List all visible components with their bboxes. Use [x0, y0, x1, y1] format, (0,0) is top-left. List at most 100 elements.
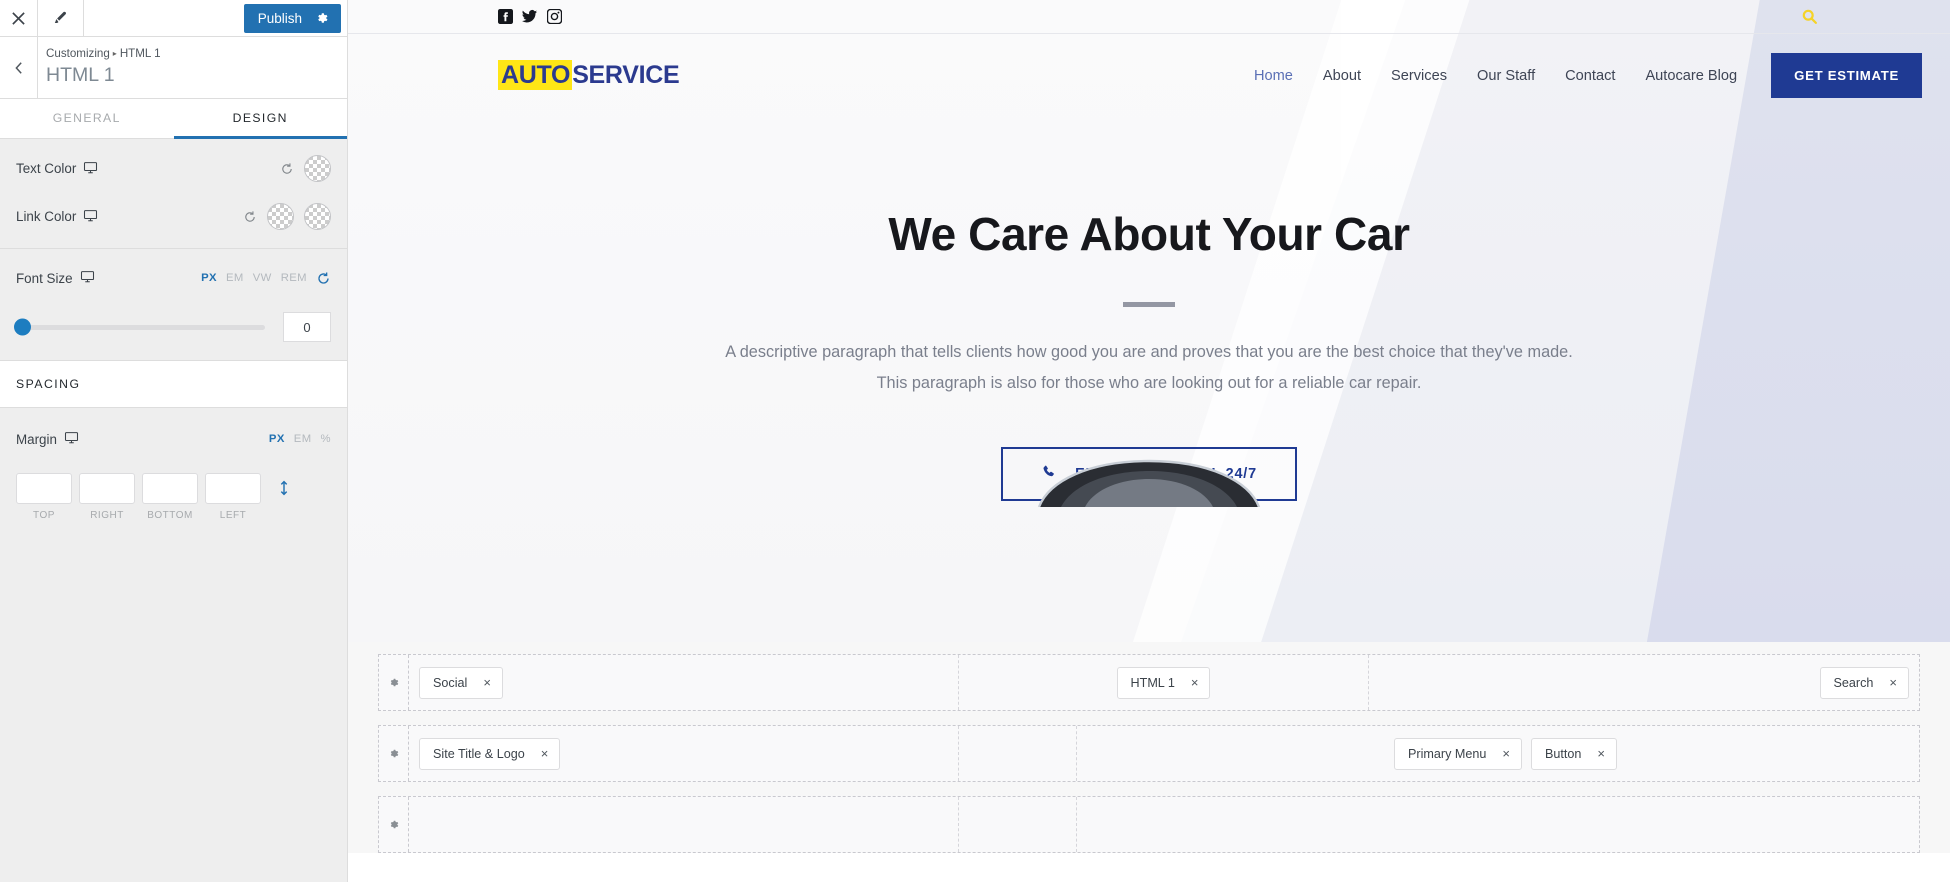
section-spacing[interactable]: SPACING: [0, 360, 347, 408]
builder-zone-main-right[interactable]: Primary Menu × Button ×: [1077, 726, 1627, 781]
reset-icon[interactable]: [280, 162, 294, 176]
margin-right-input[interactable]: [79, 473, 135, 504]
close-icon[interactable]: ×: [1889, 676, 1897, 689]
close-icon[interactable]: ×: [483, 676, 491, 689]
builder-zone-top-right[interactable]: Search ×: [1369, 655, 1919, 710]
close-icon[interactable]: ×: [1502, 747, 1510, 760]
link-color-swatch-hover[interactable]: [304, 203, 331, 230]
margin-units: PX EM %: [269, 433, 331, 445]
margin-top-label: TOP: [33, 510, 55, 521]
link-values-icon[interactable]: [276, 479, 292, 502]
builder-zone-main-left[interactable]: Site Title & Logo ×: [409, 726, 959, 781]
desktop-icon[interactable]: [83, 208, 98, 226]
builder-row-bottom[interactable]: [378, 796, 1920, 853]
header-builder: Social × HTML 1 × Search × Site Title & …: [348, 642, 1950, 853]
site-logo[interactable]: AUTOSERVICE: [498, 60, 680, 90]
facebook-icon[interactable]: [498, 9, 513, 24]
gear-icon[interactable]: [379, 726, 409, 781]
font-size-header: Font Size PX EM VW REM: [16, 265, 331, 291]
brush-icon[interactable]: [38, 0, 84, 36]
builder-zone-top-center[interactable]: HTML 1 ×: [959, 655, 1369, 710]
tab-design[interactable]: DESIGN: [173, 99, 347, 139]
chevron-left-icon[interactable]: [0, 37, 38, 98]
nav-item-our-staff[interactable]: Our Staff: [1477, 68, 1535, 84]
builder-chip-search[interactable]: Search ×: [1819, 666, 1909, 699]
search-icon[interactable]: [1801, 8, 1818, 25]
margin-inputs: TOP RIGHT BOTTOM LEFT: [16, 473, 331, 521]
logo-part-service: SERVICE: [572, 61, 680, 89]
tab-general[interactable]: GENERAL: [0, 99, 174, 139]
builder-chip-html-1[interactable]: HTML 1 ×: [1116, 666, 1211, 699]
publish-button[interactable]: Publish: [243, 3, 341, 33]
site-header: AUTOSERVICE Home About Services Our Staf…: [348, 34, 1950, 117]
builder-row-main[interactable]: Site Title & Logo × Primary Menu × Butto…: [378, 725, 1920, 782]
close-icon[interactable]: ×: [1191, 676, 1199, 689]
text-color-swatch[interactable]: [304, 155, 331, 182]
nav-item-autocare-blog[interactable]: Autocare Blog: [1645, 68, 1737, 84]
text-color-label-wrap: Text Color: [16, 160, 98, 178]
site-preview: AUTOSERVICE Home About Services Our Staf…: [348, 0, 1950, 882]
unit-rem[interactable]: REM: [281, 272, 307, 284]
sidebar-topbar-spacer: [84, 0, 244, 36]
link-color-swatch-normal[interactable]: [267, 203, 294, 230]
builder-chip-social[interactable]: Social ×: [419, 666, 503, 699]
chip-label: Primary Menu: [1408, 746, 1487, 761]
margin-header: Margin PX EM %: [16, 426, 331, 452]
unit-px[interactable]: PX: [201, 272, 217, 284]
text-color-control: Text Color: [16, 155, 331, 182]
builder-zone-main-center[interactable]: [959, 726, 1077, 781]
font-size-input[interactable]: 0: [283, 312, 331, 342]
desktop-icon[interactable]: [80, 269, 95, 287]
instagram-icon[interactable]: [547, 9, 562, 24]
breadcrumb-root[interactable]: Customizing: [46, 47, 110, 60]
gear-icon[interactable]: [379, 655, 409, 710]
margin-unit-px[interactable]: PX: [269, 433, 285, 445]
builder-zone-bottom-right[interactable]: [1077, 797, 1627, 852]
slider-thumb[interactable]: [14, 318, 31, 336]
close-icon[interactable]: ×: [1597, 747, 1605, 760]
desktop-icon[interactable]: [64, 430, 79, 448]
margin-unit-percent[interactable]: %: [321, 433, 331, 445]
hero-heading: We Care About Your Car: [888, 208, 1410, 260]
builder-chip-primary-menu[interactable]: Primary Menu ×: [1394, 737, 1522, 770]
builder-zone-top-left[interactable]: Social ×: [409, 655, 959, 710]
builder-zone-bottom-left[interactable]: [409, 797, 959, 852]
margin-left-input[interactable]: [205, 473, 261, 504]
margin-bottom-input[interactable]: [142, 473, 198, 504]
reset-icon[interactable]: [243, 210, 257, 224]
close-icon[interactable]: [0, 0, 38, 36]
hero-paragraph: A descriptive paragraph that tells clien…: [725, 342, 1573, 392]
link-color-label-wrap: Link Color: [16, 208, 98, 226]
link-color-control: Link Color: [16, 203, 331, 230]
reset-icon[interactable]: [316, 271, 331, 286]
publish-label: Publish: [257, 10, 302, 26]
hero-section: We Care About Your Car A descriptive par…: [348, 117, 1950, 507]
link-color-actions: [243, 203, 331, 230]
unit-em[interactable]: EM: [226, 272, 244, 284]
twitter-icon[interactable]: [522, 9, 538, 24]
sidebar-panel-header: Customizing ▸ HTML 1 HTML 1: [0, 37, 347, 99]
gear-icon[interactable]: [379, 797, 409, 852]
font-size-control: Font Size PX EM VW REM 0: [0, 249, 347, 360]
margin-control: Margin PX EM % TOP RIGHT BOTTOM LEFT: [0, 408, 347, 537]
get-estimate-button[interactable]: GET ESTIMATE: [1771, 53, 1922, 98]
nav-item-contact[interactable]: Contact: [1565, 68, 1615, 84]
gear-icon[interactable]: [315, 11, 329, 25]
margin-bottom-label: BOTTOM: [147, 510, 193, 521]
unit-vw[interactable]: VW: [253, 272, 272, 284]
nav-item-home[interactable]: Home: [1254, 68, 1293, 84]
close-icon[interactable]: ×: [541, 747, 549, 760]
margin-top-input[interactable]: [16, 473, 72, 504]
builder-row-top[interactable]: Social × HTML 1 × Search ×: [378, 654, 1920, 711]
builder-chip-site-title-logo[interactable]: Site Title & Logo ×: [419, 737, 561, 770]
font-size-label: Font Size: [16, 270, 73, 286]
builder-chip-button[interactable]: Button ×: [1530, 737, 1617, 770]
font-size-slider[interactable]: [14, 318, 265, 336]
desktop-icon[interactable]: [83, 160, 98, 178]
margin-unit-em[interactable]: EM: [294, 433, 312, 445]
chip-label: Button: [1544, 746, 1582, 761]
nav-item-services[interactable]: Services: [1391, 68, 1447, 84]
builder-zone-bottom-center[interactable]: [959, 797, 1077, 852]
font-size-slider-row: 0: [14, 312, 331, 342]
nav-item-about[interactable]: About: [1323, 68, 1361, 84]
